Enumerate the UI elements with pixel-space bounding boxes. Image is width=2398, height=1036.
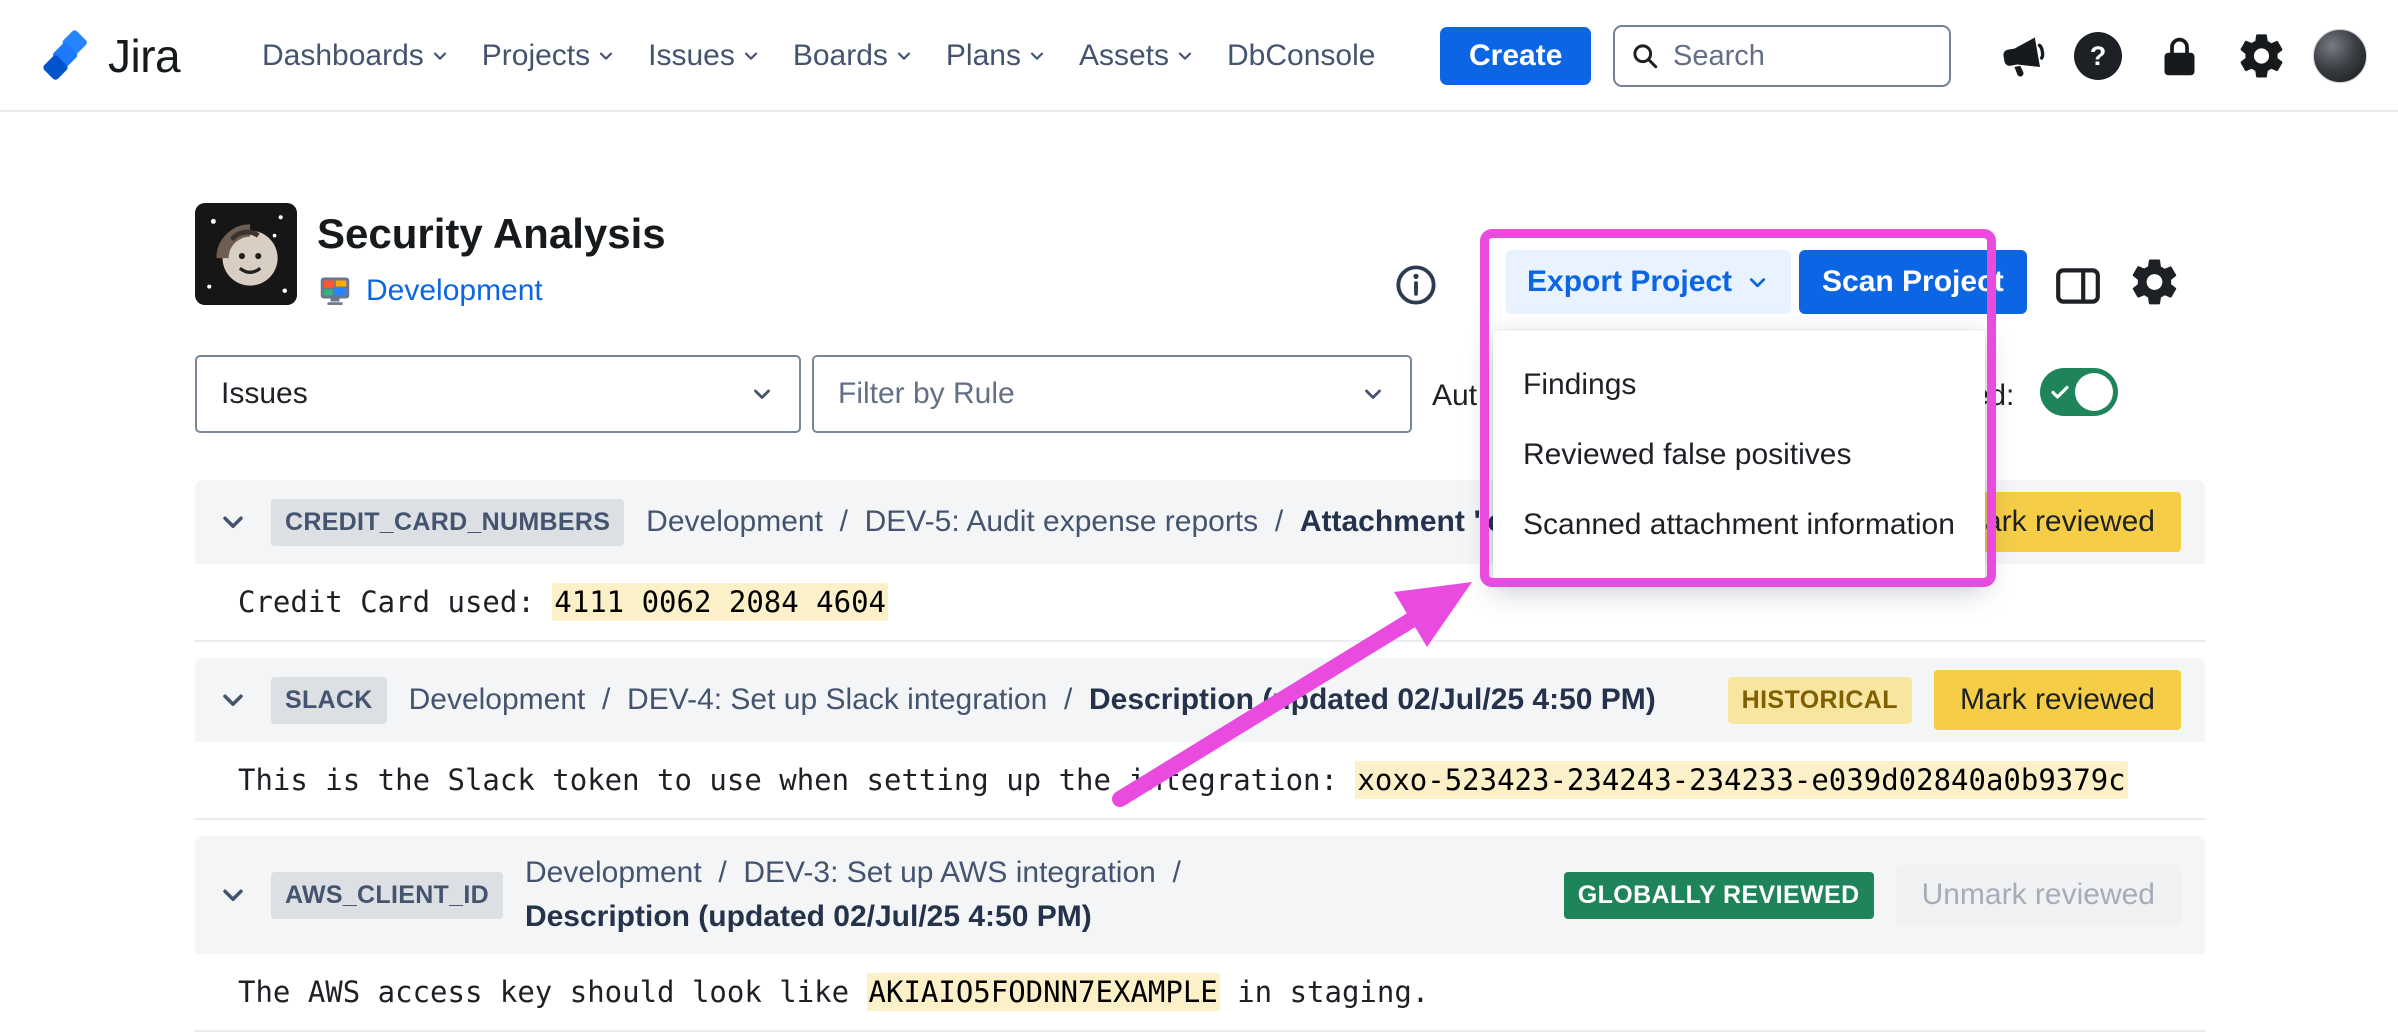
help-button[interactable]: ? [2074,32,2122,80]
settings-button[interactable] [2236,30,2288,82]
detail-view-button[interactable] [2053,261,2103,307]
project-link[interactable]: Development [366,274,543,308]
chevron-down-icon [741,46,761,66]
menu-item-scanned-attachment-information[interactable]: Scanned attachment information [1493,490,1985,560]
finding-content: This is the Slack token to use when sett… [195,742,2205,820]
rule-filter-select[interactable]: Filter by Rule [812,355,1412,433]
chevron-down-icon [1175,46,1195,66]
question-mark-icon: ? [2090,41,2107,72]
secret-highlight: AKIAIO5FODNN7EXAMPLE [867,973,1220,1011]
project-breadcrumb: Development [317,273,543,309]
nav-item-assets[interactable]: Assets [1079,39,1195,73]
finding-content: The AWS access key should look like AKIA… [195,954,2205,1032]
top-navigation: Jira Dashboards Projects Issues Boards P… [0,0,2398,112]
auto-reviewed-label-left: Aut [1432,379,1477,413]
finding-breadcrumb: Development / DEV-3: Set up AWS integrat… [525,851,1181,939]
scan-project-button[interactable]: Scan Project [1799,250,2027,314]
lock-icon [2157,34,2202,79]
nav-item-dbconsole[interactable]: DbConsole [1227,39,1375,73]
export-menu: Findings Reviewed false positives Scanne… [1493,330,1985,580]
check-icon [2048,380,2072,404]
gear-icon [2236,30,2288,82]
collapse-chevron[interactable] [217,879,249,911]
collapse-chevron[interactable] [217,506,249,538]
finding-card: AWS_CLIENT_ID Development / DEV-3: Set u… [195,836,2205,1032]
export-project-button[interactable]: Export Project [1506,250,1791,314]
toggle-knob [2075,373,2113,411]
project-icon [317,273,353,309]
finding-breadcrumb: Development / DEV-4: Set up Slack integr… [409,683,1656,717]
mark-reviewed-button[interactable]: Mark reviewed [1934,670,2181,730]
issues-select[interactable]: Issues [195,355,801,433]
nav-item-projects[interactable]: Projects [482,39,616,73]
page-settings-button[interactable] [2128,255,2182,309]
info-icon [1393,262,1439,308]
chevron-down-icon [217,684,249,716]
menu-item-findings[interactable]: Findings [1493,350,1985,420]
unmark-reviewed-button[interactable]: Unmark reviewed [1896,865,2181,925]
main-menu: Dashboards Projects Issues Boards Plans … [262,0,1375,112]
search-box[interactable] [1613,25,1951,87]
finding-breadcrumb: Development / DEV-5: Audit expense repor… [646,505,1574,539]
jira-logo-icon [42,28,92,84]
rule-badge: SLACK [271,677,387,724]
security-button[interactable] [2157,34,2202,79]
chevron-down-icon [1360,381,1386,407]
chevron-down-icon [1745,270,1770,295]
info-button[interactable] [1393,262,1439,308]
nav-item-dashboards[interactable]: Dashboards [262,39,450,73]
project-avatar-art-icon [195,203,297,305]
rule-badge: AWS_CLIENT_ID [271,872,503,919]
finding-header: SLACK Development / DEV-4: Set up Slack … [195,658,2205,742]
chevron-down-icon [430,46,450,66]
finding-header: AWS_CLIENT_ID Development / DEV-3: Set u… [195,836,2205,954]
finding-card: SLACK Development / DEV-4: Set up Slack … [195,658,2205,820]
chevron-down-icon [1027,46,1047,66]
nav-item-plans[interactable]: Plans [946,39,1047,73]
rule-badge: CREDIT_CARD_NUMBERS [271,499,624,546]
project-avatar [195,203,297,305]
brand-wordmark: Jira [108,29,180,83]
gear-icon [2128,255,2182,309]
chevron-down-icon [894,46,914,66]
secret-highlight: 4111 0062 2084 4604 [552,583,888,621]
announcements-button[interactable] [1994,29,2050,85]
reviewed-toggle[interactable] [2040,368,2118,416]
page: Jira Dashboards Projects Issues Boards P… [0,0,2398,1036]
chevron-down-icon [596,46,616,66]
nav-item-issues[interactable]: Issues [648,39,761,73]
globally-reviewed-badge: GLOBALLY REVIEWED [1564,872,1874,919]
menu-item-reviewed-false-positives[interactable]: Reviewed false positives [1493,420,1985,490]
megaphone-icon [1994,29,2050,85]
chevron-down-icon [217,879,249,911]
collapse-chevron[interactable] [217,684,249,716]
jira-logo[interactable]: Jira [42,0,180,112]
secret-highlight: xoxo-523423-234243-234233-e039d02840a0b9… [1355,761,2127,799]
create-button[interactable]: Create [1440,27,1591,85]
search-icon [1630,41,1660,71]
page-title: Security Analysis [317,210,666,258]
chevron-down-icon [217,506,249,538]
nav-item-boards[interactable]: Boards [793,39,914,73]
search-input[interactable] [1673,40,1934,73]
historical-badge: HISTORICAL [1728,677,1912,724]
chevron-down-icon [749,381,775,407]
user-avatar[interactable] [2313,29,2367,83]
panel-layout-icon [2053,261,2103,311]
